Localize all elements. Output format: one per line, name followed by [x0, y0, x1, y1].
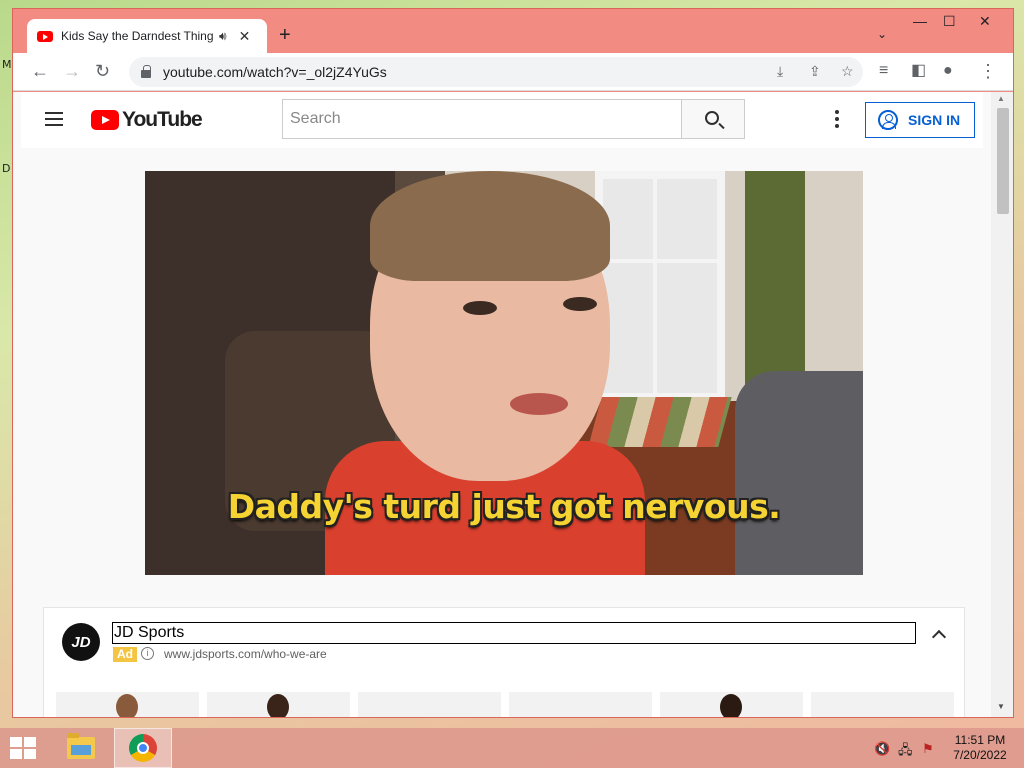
url-text[interactable]: youtube.com/watch?v=_ol2jZ4YuGs	[163, 64, 387, 80]
reload-button[interactable]: ↻	[95, 61, 110, 81]
profile-avatar-icon[interactable]: ●	[943, 61, 953, 81]
reading-list-icon[interactable]: ≡	[879, 61, 888, 81]
youtube-logo[interactable]: YouTube	[91, 108, 203, 132]
youtube-header: YouTube SIGN IN	[21, 92, 983, 148]
youtube-favicon-icon	[37, 30, 53, 42]
bookmark-star-icon[interactable]: ☆	[841, 63, 854, 80]
windows-start-icon[interactable]	[10, 737, 38, 759]
ad-title[interactable]: JD Sports	[112, 622, 916, 644]
side-panel-icon[interactable]: ◧	[911, 61, 926, 81]
clock-date: 7/20/2022	[953, 748, 1007, 762]
address-bar[interactable]: youtube.com/watch?v=_ol2jZ4YuGs ⤓ ⇪ ☆	[129, 57, 863, 87]
browser-menu-icon[interactable]: ⋮	[979, 61, 997, 81]
ad-badge: Ad	[113, 647, 137, 662]
ad-card-person-image	[720, 694, 742, 717]
scroll-up-arrow-icon[interactable]: ▲	[997, 94, 1005, 103]
desktop-icon-label: M	[2, 58, 12, 71]
youtube-logo-text: YouTube	[122, 108, 203, 131]
lock-icon[interactable]	[141, 65, 151, 78]
share-icon[interactable]: ⇪	[809, 63, 821, 80]
back-button[interactable]: ←	[31, 61, 49, 81]
video-frame-eye	[563, 297, 597, 311]
ad-product-card[interactable]	[358, 692, 501, 717]
search-input[interactable]	[282, 99, 682, 139]
settings-more-icon[interactable]	[835, 110, 839, 131]
hamburger-menu-icon[interactable]	[45, 112, 63, 126]
close-tab-icon[interactable]: ✕	[239, 28, 251, 45]
taskbar: 🔇 🖧 ⚑ 11:51 PM 7/20/2022	[0, 728, 1024, 768]
ad-product-card[interactable]	[56, 692, 199, 717]
clock-time: 11:51 PM	[954, 733, 1006, 747]
page-scrollbar[interactable]: ▲ ▼	[991, 92, 1013, 717]
video-frame-hair	[370, 171, 610, 281]
ad-product-card[interactable]	[509, 692, 652, 717]
install-icon[interactable]: ⤓	[777, 63, 783, 80]
tab-strip: Kids Say the Darndest Things 🔊︎ ✕ + ⌄ — …	[13, 9, 1013, 53]
video-frame-mouth	[510, 393, 568, 415]
desktop-icon-label: D	[2, 162, 11, 175]
volume-muted-icon[interactable]: 🔇	[874, 741, 890, 757]
sign-in-label: SIGN IN	[908, 112, 961, 128]
scroll-down-arrow-icon[interactable]: ▼	[997, 702, 1005, 711]
forward-button[interactable]: →	[63, 61, 81, 81]
search-icon	[705, 111, 719, 125]
ad-product-card[interactable]	[660, 692, 803, 717]
chrome-icon	[129, 734, 157, 762]
advertiser-logo[interactable]: JD	[62, 623, 100, 661]
network-icon[interactable]: 🖧	[898, 741, 913, 763]
ad-info-icon[interactable]: i	[141, 647, 154, 660]
video-frame-eye	[463, 301, 497, 315]
action-center-flag-icon[interactable]: ⚑	[922, 741, 934, 757]
ad-product-card[interactable]	[811, 692, 954, 717]
ad-panel: JD JD Sports Ad i www.jdsports.com/who-w…	[43, 607, 965, 717]
ad-card-person-image	[116, 694, 138, 717]
ad-url[interactable]: www.jdsports.com/who-we-are	[164, 647, 327, 661]
file-explorer-taskbar-button[interactable]	[52, 728, 110, 768]
folder-icon	[67, 733, 95, 759]
browser-toolbar: ← → ↻ youtube.com/watch?v=_ol2jZ4YuGs ⤓ …	[13, 53, 1013, 91]
close-window-button[interactable]: ✕	[979, 13, 991, 30]
account-icon	[878, 110, 898, 130]
video-caption: Daddy's turd just got nervous.	[227, 487, 781, 526]
maximize-button[interactable]: ☐	[943, 13, 956, 30]
video-frame-window	[595, 171, 725, 401]
speaker-icon[interactable]: 🔊︎	[219, 29, 227, 44]
video-frame-rug	[588, 397, 732, 447]
new-tab-button[interactable]: +	[279, 24, 291, 47]
system-clock[interactable]: 11:51 PM 7/20/2022	[948, 733, 1012, 763]
sign-in-button[interactable]: SIGN IN	[865, 102, 975, 138]
ad-product-card[interactable]	[207, 692, 350, 717]
search-button[interactable]	[681, 99, 745, 139]
chrome-taskbar-button[interactable]	[114, 728, 172, 768]
video-player[interactable]: Daddy's turd just got nervous.	[145, 171, 863, 575]
ad-card-person-image	[267, 694, 289, 717]
browser-window: Kids Say the Darndest Things 🔊︎ ✕ + ⌄ — …	[12, 8, 1014, 718]
video-frame-sofa	[735, 371, 863, 575]
minimize-button[interactable]: —	[913, 13, 927, 29]
collapse-chevron-up-icon[interactable]	[931, 629, 947, 645]
browser-tab[interactable]: Kids Say the Darndest Things 🔊︎ ✕	[27, 19, 267, 53]
tab-search-chevron-icon[interactable]: ⌄	[877, 27, 887, 41]
youtube-play-icon	[91, 110, 119, 130]
scrollbar-thumb[interactable]	[997, 108, 1009, 214]
page-viewport: YouTube SIGN IN	[13, 92, 1013, 717]
tab-title: Kids Say the Darndest Things	[61, 29, 213, 43]
